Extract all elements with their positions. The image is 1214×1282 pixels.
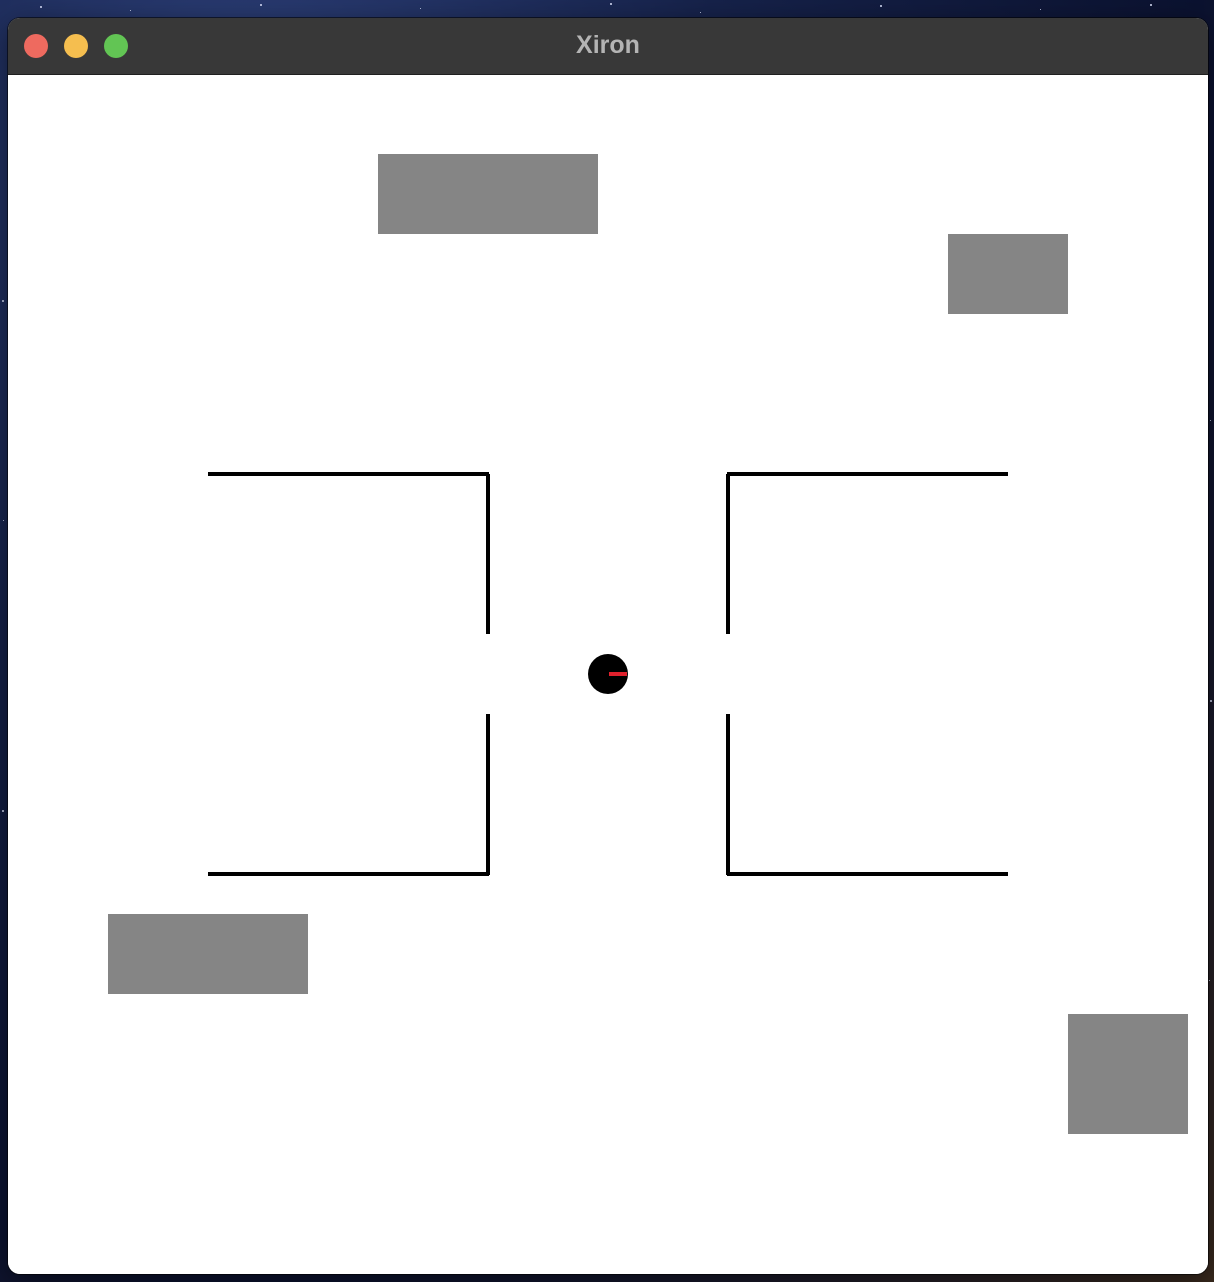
- title-bar[interactable]: Xiron: [8, 18, 1208, 75]
- robot[interactable]: [588, 654, 628, 694]
- obstacle-bottom-left: [108, 914, 308, 994]
- obstacle-bottom-right: [1068, 1014, 1188, 1134]
- app-window: Xiron: [8, 18, 1208, 1274]
- simulation-canvas[interactable]: [8, 75, 1208, 1274]
- obstacle-top-right: [948, 234, 1068, 314]
- simulation-map: [108, 154, 1188, 1134]
- obstacle-top-center: [378, 154, 598, 234]
- window-title: Xiron: [576, 31, 640, 59]
